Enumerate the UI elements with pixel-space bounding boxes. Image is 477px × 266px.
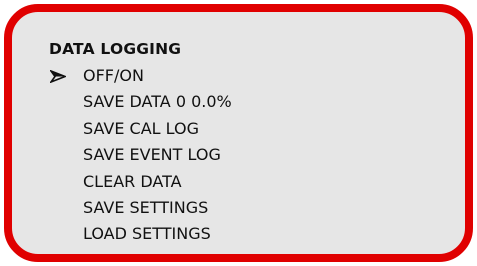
data-logging-menu: DATA LOGGING OFF/ON SAVE DATA 0 0.0% SAV… — [12, 12, 465, 254]
menu-item-label: LOAD SETTINGS — [83, 224, 211, 244]
menu-item-label: SAVE CAL LOG — [83, 118, 199, 138]
menu-title: DATA LOGGING — [49, 40, 182, 58]
menu-item-label: OFF/ON — [83, 66, 144, 85]
menu-item-label: SAVE EVENT LOG — [83, 145, 221, 165]
data-logging-panel: DATA LOGGING OFF/ON SAVE DATA 0 0.0% SAV… — [4, 4, 473, 262]
menu-item-label: SAVE DATA 0 0.0% — [83, 92, 232, 112]
menu-item-label: CLEAR DATA — [83, 171, 182, 191]
arrowhead-right-icon — [50, 70, 66, 83]
menu-item-label: SAVE SETTINGS — [83, 197, 209, 217]
